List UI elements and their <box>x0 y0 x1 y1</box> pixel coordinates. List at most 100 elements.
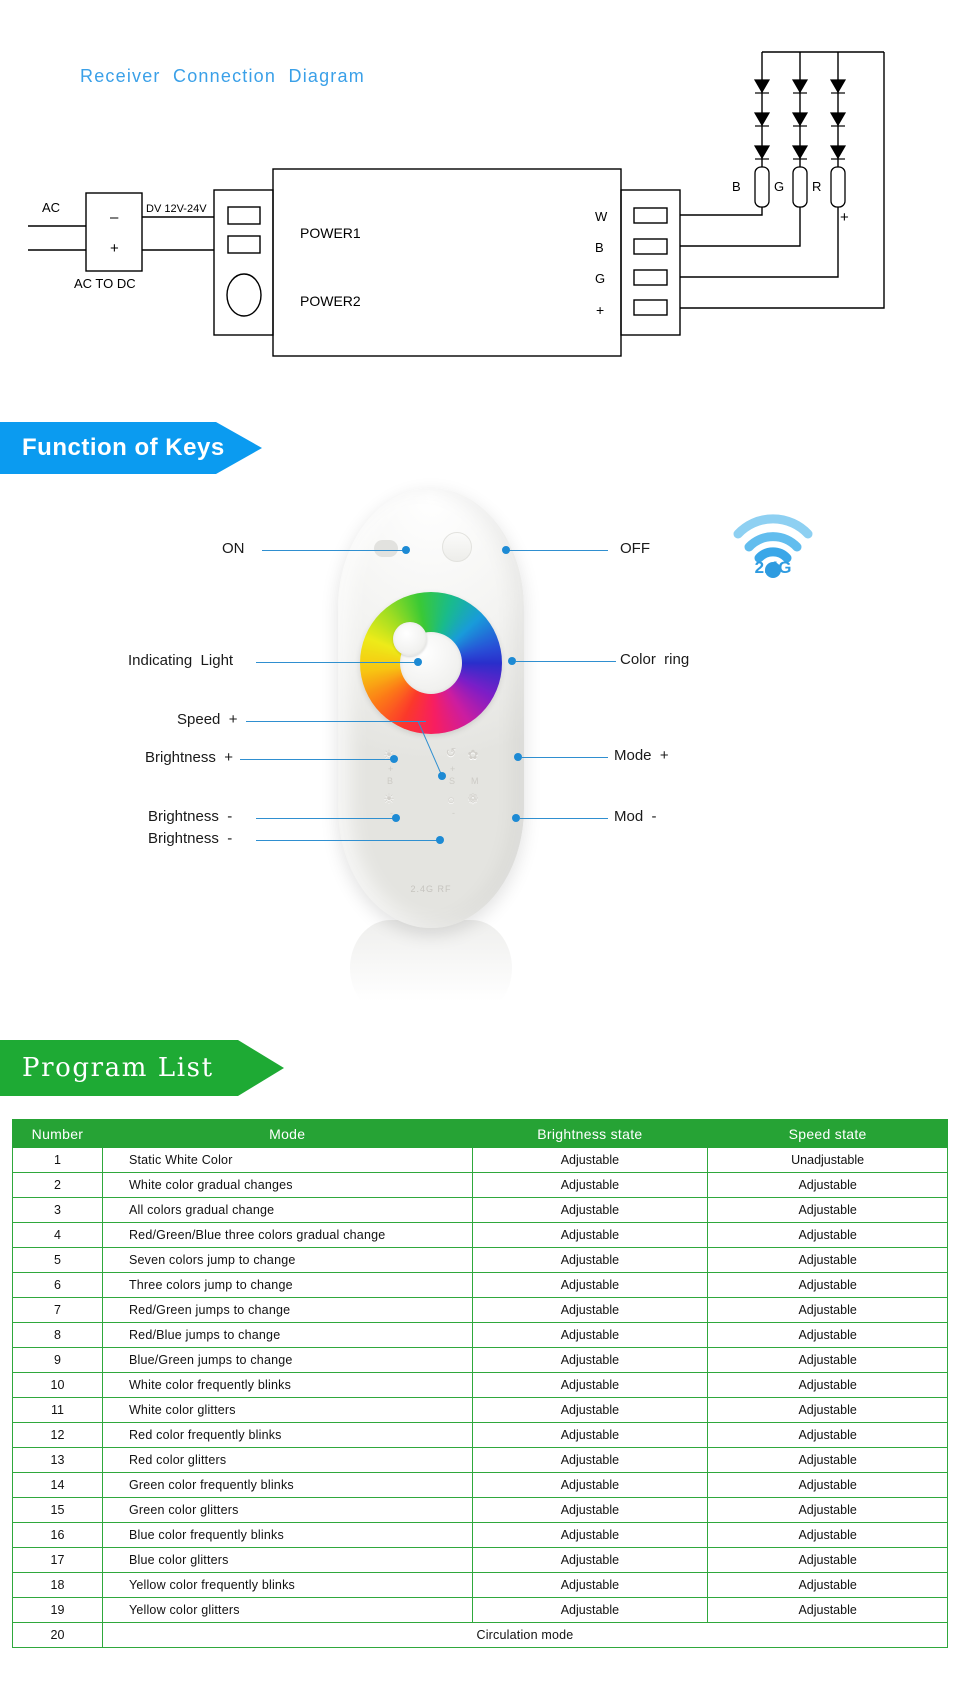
cell-speed-state: Adjustable <box>707 1422 948 1448</box>
cell-number: 10 <box>12 1372 103 1398</box>
table-row: 19 Yellow color glitters Adjustable Adjusta… <box>12 1597 948 1623</box>
callout-brightness-up: Brightness + <box>145 749 233 766</box>
cell-speed-state: Unadjustable <box>707 1147 948 1173</box>
leader-speed-up <box>246 721 426 722</box>
converter-negative-label: – <box>110 209 119 226</box>
power1-label: POWER1 <box>300 225 361 241</box>
cell-number: 8 <box>12 1322 103 1348</box>
column-header-number: Number <box>12 1119 103 1148</box>
table-row: 17 Blue color glitters Adjustable Adjustabl… <box>12 1547 948 1573</box>
cell-speed-state: Adjustable <box>707 1597 948 1623</box>
speed-down-icon[interactable]: ○ <box>442 790 460 808</box>
cell-mode: Seven colors jump to change <box>101 1247 473 1273</box>
callout-indicating-light: Indicating Light <box>128 652 234 669</box>
wiring-schematic-svg: AC – + AC TO DC DV 12V-24V POWER1 POWER2… <box>28 51 885 357</box>
leader-brightness-up <box>240 759 396 760</box>
cell-mode: Red/Green jumps to change <box>101 1297 473 1323</box>
brightness-up-plus: + <box>388 764 394 774</box>
cell-speed-state: Adjustable <box>707 1322 948 1348</box>
terminal-w-label: W <box>595 209 608 224</box>
mode-letter: M <box>471 776 479 786</box>
cell-number: 15 <box>12 1497 103 1523</box>
cell-brightness-state: Adjustable <box>471 1447 709 1473</box>
cell-speed-state: Adjustable <box>707 1522 948 1548</box>
color-ring-touchpad[interactable] <box>360 592 502 734</box>
strip-plus-label: + <box>840 209 849 226</box>
cell-mode: Green color glitters <box>101 1497 473 1523</box>
leader-dot-brightness-up <box>390 755 398 763</box>
cell-brightness-state: Adjustable <box>471 1347 709 1373</box>
remote-reflection <box>350 920 512 1016</box>
leader-dot-color-ring <box>508 657 516 665</box>
callout-off: OFF <box>620 540 650 557</box>
cell-mode: Blue color glitters <box>101 1547 473 1573</box>
leader-dot-mod-dn <box>512 814 520 822</box>
leader-brightness-dn <box>256 818 398 819</box>
leader-speed-up-elbow <box>418 720 443 777</box>
mode-up-icon[interactable]: ✿ <box>464 746 482 764</box>
program-list-banner-label: Program List <box>22 1053 214 1083</box>
rf-remote-control[interactable]: ☀ + B ↺ + S ☀ - ○ - ✿ M ❁ 2.4G RF <box>338 488 524 928</box>
leader-color-ring <box>516 661 616 662</box>
cell-number: 5 <box>12 1247 103 1273</box>
leader-off <box>508 550 608 551</box>
cell-brightness-state: Adjustable <box>471 1497 709 1523</box>
terminal-b-label: B <box>595 240 604 255</box>
mode-down-icon[interactable]: ❁ <box>464 790 482 808</box>
table-row: 6 Three colors jump to change Adjustable Ad… <box>12 1272 948 1298</box>
cell-number: 14 <box>12 1472 103 1498</box>
ac-to-dc-label: AC TO DC <box>74 276 136 291</box>
cell-brightness-state: Adjustable <box>471 1247 709 1273</box>
cell-mode: All colors gradual change <box>101 1197 473 1223</box>
cell-mode: Blue/Green jumps to change <box>101 1347 473 1373</box>
table-row: 12 Red color frequently blinks Adjustable A… <box>12 1422 948 1448</box>
cell-number: 17 <box>12 1547 103 1573</box>
cell-number: 1 <box>12 1147 103 1173</box>
brightness-down-icon[interactable]: ☀ <box>380 790 398 808</box>
table-row: 11 White color glitters Adjustable Adjustab… <box>12 1397 948 1423</box>
cell-speed-state: Adjustable <box>707 1197 948 1223</box>
cell-number: 7 <box>12 1297 103 1323</box>
cell-speed-state: Adjustable <box>707 1272 948 1298</box>
leader-on <box>262 550 408 551</box>
cell-brightness-state: Adjustable <box>471 1272 709 1298</box>
leader-dot-indicating <box>414 658 422 666</box>
leader-mode-up <box>522 757 608 758</box>
leader-dot-brightness-dn <box>392 814 400 822</box>
table-row: 5 Seven colors jump to change Adjustable Ad… <box>12 1247 948 1273</box>
callout-color-ring: Color ring <box>620 651 690 668</box>
cell-mode-merged: Circulation mode <box>101 1622 949 1648</box>
column-header-brightness: Brightness state <box>471 1119 709 1148</box>
table-row: 18 Yellow color frequently blinks Adjustab… <box>12 1572 948 1598</box>
cell-brightness-state: Adjustable <box>471 1322 709 1348</box>
indicating-light <box>393 622 427 656</box>
cell-number: 2 <box>12 1172 103 1198</box>
table-row: 7 Red/Green jumps to change Adjustable Adju… <box>12 1297 948 1323</box>
cell-speed-state: Adjustable <box>707 1222 948 1248</box>
callout-mode-up: Mode + <box>614 747 669 764</box>
power-off-button[interactable] <box>442 532 472 562</box>
cell-speed-state: Adjustable <box>707 1472 948 1498</box>
cell-speed-state: Adjustable <box>707 1447 948 1473</box>
cell-brightness-state: Adjustable <box>471 1422 709 1448</box>
cell-speed-state: Adjustable <box>707 1347 948 1373</box>
speed-down-minus: - <box>452 808 455 818</box>
remote-rf-footer-text: 2.4G RF <box>410 884 452 894</box>
function-of-keys-banner: Function of Keys <box>0 422 262 474</box>
cell-brightness-state: Adjustable <box>471 1147 709 1173</box>
cell-speed-state: Adjustable <box>707 1572 948 1598</box>
strip-r-label: R <box>812 179 821 194</box>
receiver-connection-diagram: Receiver Connection Diagram AC – + AC TO… <box>0 0 960 400</box>
leader-dot-brightness-dn2 <box>436 836 444 844</box>
column-header-mode: Mode <box>101 1119 473 1148</box>
leader-dot-mode-up <box>514 753 522 761</box>
cell-speed-state: Adjustable <box>707 1397 948 1423</box>
cell-brightness-state: Adjustable <box>471 1547 709 1573</box>
cell-brightness-state: Adjustable <box>471 1222 709 1248</box>
cell-number: 16 <box>12 1522 103 1548</box>
cell-mode: Green color frequently blinks <box>101 1472 473 1498</box>
table-row: 20 Circulation mode <box>12 1622 949 1648</box>
converter-positive-label: + <box>110 240 119 257</box>
power-on-button[interactable] <box>374 540 398 557</box>
cell-mode: Red/Green/Blue three colors gradual chan… <box>101 1222 473 1248</box>
